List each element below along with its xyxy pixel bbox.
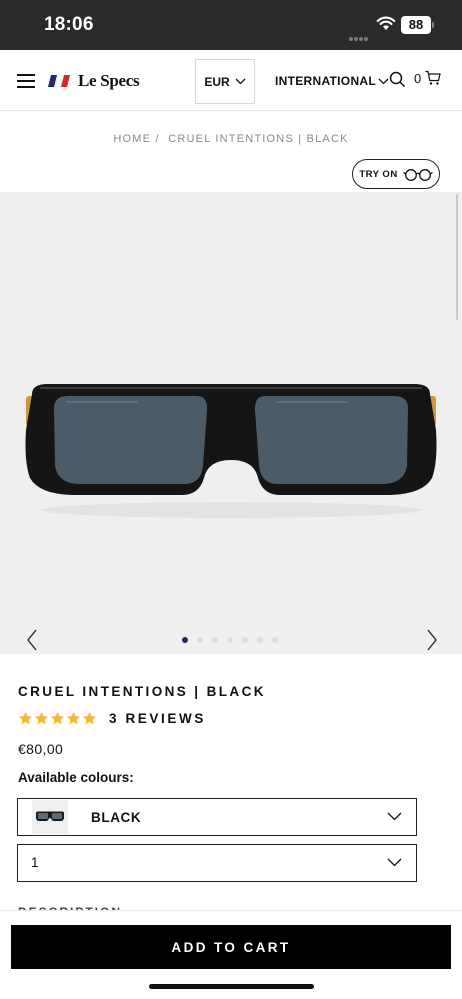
status-bar: 18:06 88 (0, 0, 462, 50)
cart-button[interactable]: 0 (414, 70, 441, 86)
colours-label: Available colours: (18, 770, 134, 785)
rating-stars (18, 711, 98, 726)
signal-icon (349, 28, 369, 46)
gallery-dot[interactable] (197, 637, 203, 643)
colour-swatch (32, 800, 68, 834)
brand-name: Le Specs (78, 71, 140, 90)
currency-selector[interactable]: EUR (195, 59, 255, 104)
gallery-dot[interactable] (272, 637, 278, 643)
breadcrumb-current: CRUEL INTENTIONS | BLACK (168, 133, 349, 145)
battery-icon: 88 (401, 16, 431, 34)
wifi-icon (376, 16, 396, 30)
star-icon (82, 711, 97, 725)
battery-cap (432, 22, 434, 28)
star-icon (18, 711, 33, 725)
breadcrumb-separator: / (155, 133, 160, 145)
glasses-thumbnail (36, 811, 64, 821)
home-indicator (149, 984, 314, 989)
product-title: CRUEL INTENTIONS | BLACK (18, 684, 266, 699)
product-price: €80,00 (18, 741, 64, 757)
try-on-button[interactable]: TRY ON (352, 159, 440, 189)
chevron-down-icon (235, 78, 246, 85)
quantity-select[interactable]: 1 (17, 844, 417, 882)
quantity-value: 1 (31, 855, 39, 870)
currency-label: EUR (204, 74, 230, 89)
breadcrumb: HOME / CRUEL INTENTIONS | BLACK (0, 133, 462, 145)
gallery-dot[interactable] (212, 637, 218, 643)
search-icon[interactable] (389, 71, 406, 88)
star-icon (66, 711, 81, 725)
region-selector[interactable]: INTERNATIONAL (275, 74, 389, 88)
add-to-cart-button[interactable]: ADD TO CART (11, 925, 451, 969)
gallery-prev[interactable] (22, 628, 42, 652)
region-label: INTERNATIONAL (275, 74, 377, 88)
chevron-left-icon (27, 629, 37, 651)
gallery-dot[interactable] (227, 637, 233, 643)
product-image (25, 384, 437, 518)
gallery-pagination (182, 637, 287, 643)
chevron-down-icon (387, 858, 402, 867)
star-icon (34, 711, 49, 725)
gallery-dot[interactable] (182, 637, 188, 643)
flag-icon (48, 75, 70, 87)
gallery-next[interactable] (422, 628, 442, 652)
glasses-icon (402, 168, 433, 181)
breadcrumb-home[interactable]: HOME (113, 133, 151, 145)
star-icon (50, 711, 65, 725)
status-time: 18:06 (44, 14, 94, 35)
menu-icon[interactable] (17, 74, 35, 88)
brand-logo[interactable]: Le Specs (48, 70, 140, 92)
product-gallery[interactable] (0, 192, 462, 654)
add-to-cart-label: ADD TO CART (171, 939, 291, 955)
page-scrollbar[interactable] (456, 194, 458, 320)
cart-icon (425, 70, 441, 85)
reviews-link[interactable]: 3 REVIEWS (109, 711, 206, 726)
colour-select-value: BLACK (91, 810, 142, 825)
gallery-dot[interactable] (257, 637, 263, 643)
gallery-dot[interactable] (242, 637, 248, 643)
chevron-down-icon (387, 812, 402, 821)
cart-count: 0 (414, 70, 422, 86)
chevron-right-icon (427, 629, 437, 651)
product-rating: 3 REVIEWS (18, 711, 206, 726)
chevron-down-icon (378, 78, 389, 84)
try-on-label: TRY ON (359, 168, 398, 180)
colour-select[interactable]: BLACK (17, 798, 417, 836)
